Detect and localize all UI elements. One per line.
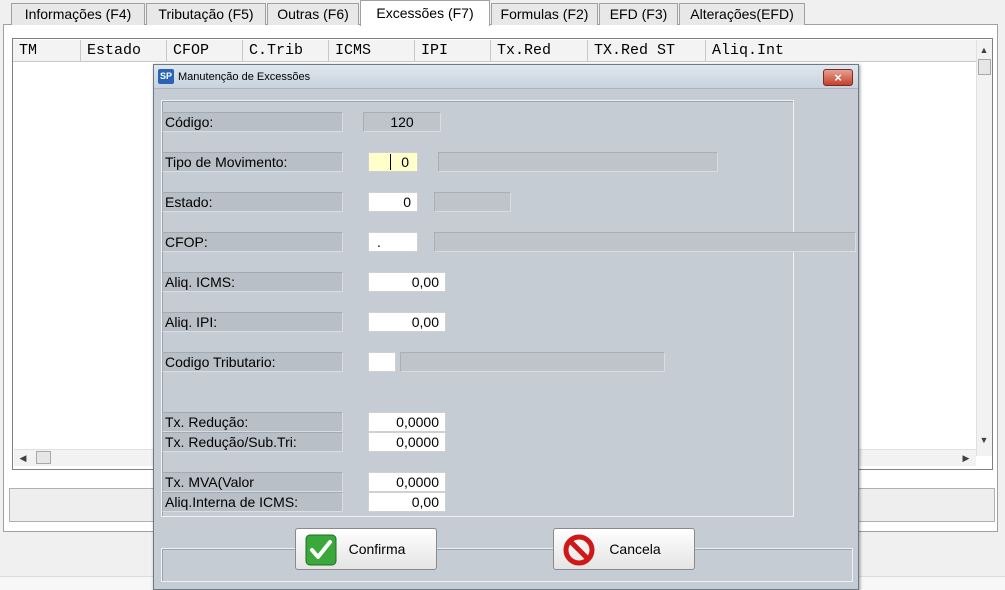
codigo-value: 120 (363, 112, 441, 132)
tipo-movimento-input[interactable]: 0 (368, 152, 418, 172)
aliq-icms-label: Aliq. ICMS: (162, 272, 343, 292)
tipo-movimento-description (438, 152, 718, 172)
tab-bar: Informações (F4) Tributação (F5) Outras … (0, 0, 1005, 26)
tab-formulas[interactable]: Formulas (F2) (491, 3, 598, 25)
scroll-down-arrow-icon[interactable]: ▼ (977, 434, 991, 446)
tx-mva-input[interactable]: 0,0000 (368, 472, 446, 492)
vertical-scroll-thumb[interactable] (978, 59, 991, 75)
column-header-tm[interactable]: TM (13, 40, 81, 62)
tx-reducao-sub-tri-input[interactable]: 0,0000 (368, 432, 446, 452)
aliq-interna-icms-input[interactable]: 0,00 (368, 492, 446, 512)
buttons-group (161, 548, 853, 582)
tab-informacoes[interactable]: Informações (F4) (11, 3, 145, 25)
tab-tributacao[interactable]: Tributação (F5) (146, 3, 266, 25)
tab-outras[interactable]: Outras (F6) (267, 3, 359, 25)
tx-reducao-input[interactable]: 0,0000 (368, 412, 446, 432)
column-header-aliq-int[interactable]: Aliq.Int (706, 40, 976, 62)
close-button[interactable]: × (823, 69, 853, 86)
scroll-left-arrow-icon[interactable]: ◀ (17, 452, 29, 464)
tx-mva-label: Tx. MVA(Valor (162, 472, 343, 492)
cfop-description (434, 232, 856, 252)
codigo-tributario-input[interactable] (368, 352, 396, 372)
column-header-cfop[interactable]: CFOP (167, 40, 243, 62)
app-logo-icon: SP (158, 69, 174, 84)
close-icon: × (834, 70, 842, 85)
cfop-label: CFOP: (162, 232, 343, 252)
column-header-ctrib[interactable]: C.Trib (243, 40, 329, 62)
estado-input[interactable]: 0 (368, 192, 418, 212)
scroll-right-arrow-icon[interactable]: ▶ (960, 452, 972, 464)
horizontal-scroll-thumb[interactable] (36, 451, 51, 464)
cancel-button-label: Cancela (609, 541, 661, 557)
text-cursor (390, 154, 391, 170)
scroll-up-arrow-icon[interactable]: ▲ (977, 44, 991, 56)
tx-reducao-label: Tx. Redução: (162, 412, 343, 432)
confirm-button-label: Confirma (348, 541, 406, 557)
estado-description (434, 192, 511, 212)
column-header-ipi[interactable]: IPI (415, 40, 491, 62)
cfop-input[interactable]: . (368, 232, 418, 252)
tipo-movimento-label: Tipo de Movimento: (162, 152, 343, 172)
aliq-ipi-input[interactable]: 0,00 (368, 312, 446, 332)
column-header-txred-st[interactable]: TX.Red ST (588, 40, 706, 62)
confirm-button[interactable]: Confirma (295, 528, 437, 570)
dialog-title: Manutenção de Excessões (178, 71, 311, 83)
vertical-scrollbar[interactable] (976, 40, 992, 456)
codigo-label: Código: (162, 112, 343, 132)
aliq-ipi-label: Aliq. IPI: (162, 312, 343, 332)
codigo-tributario-description (400, 352, 665, 372)
codigo-tributario-label: Codigo Tributario: (162, 352, 343, 372)
tab-excessoes[interactable]: Excessões (F7) (360, 0, 490, 26)
tab-efd[interactable]: EFD (F3) (599, 3, 678, 25)
aliq-interna-icms-label: Aliq.Interna de ICMS: (162, 492, 343, 512)
tx-reducao-sub-tri-label: Tx. Redução/Sub.Tri: (162, 432, 343, 452)
column-header-icms[interactable]: ICMS (329, 40, 415, 62)
cancel-button[interactable]: Cancela (553, 528, 695, 570)
estado-label: Estado: (162, 192, 343, 212)
column-header-txred[interactable]: Tx.Red (491, 40, 588, 62)
column-header-estado[interactable]: Estado (81, 40, 167, 62)
tab-alteracoes-efd[interactable]: Alterações(EFD) (679, 3, 805, 25)
aliq-icms-input[interactable]: 0,00 (368, 272, 446, 292)
